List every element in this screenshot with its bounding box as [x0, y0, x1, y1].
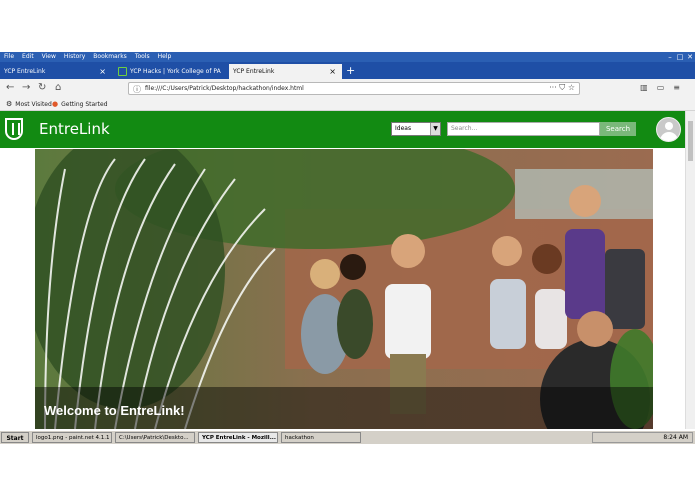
- forward-icon[interactable]: →: [22, 82, 30, 93]
- hero-image: Welcome to EntreLink!: [35, 149, 653, 429]
- close-tab-icon[interactable]: ×: [99, 67, 106, 76]
- hero-caption: Welcome to EntreLink!: [44, 403, 185, 418]
- menu-edit[interactable]: Edit: [22, 52, 34, 62]
- menu-help[interactable]: Help: [158, 52, 172, 62]
- category-selected: Ideas: [395, 125, 412, 132]
- hero-caption-bar: Welcome to EntreLink!: [35, 387, 653, 429]
- shield-icon: [118, 67, 127, 76]
- navigation-bar: ← → ↻ ⌂ ⓘ file:///C:/Users/Patrick/Deskt…: [0, 79, 695, 99]
- entrelink-logo-icon[interactable]: [5, 118, 23, 140]
- web-page: EntreLink Ideas ▼ Search... Search Welco…: [0, 111, 686, 429]
- site-header: EntreLink Ideas ▼ Search... Search: [0, 111, 686, 148]
- back-icon[interactable]: ←: [6, 82, 14, 93]
- close-tab-icon[interactable]: ×: [329, 67, 336, 76]
- windows-taskbar: Start logo1.png - paint.net 4.1.1 C:\Use…: [0, 430, 695, 444]
- reload-icon[interactable]: ↻: [38, 82, 46, 93]
- new-tab-icon[interactable]: +: [346, 64, 355, 77]
- task-explorer[interactable]: C:\Users\Patrick\Deskto...: [115, 432, 195, 443]
- tab-label: YCP EntreLink: [233, 68, 275, 75]
- firefox-icon: ●: [52, 100, 59, 108]
- tab-ycp-entrelink-2[interactable]: YCP EntreLink ×: [229, 64, 342, 79]
- brand-name[interactable]: EntreLink: [39, 120, 110, 138]
- tab-label: YCP EntreLink: [4, 68, 46, 75]
- menu-bookmarks[interactable]: Bookmarks: [93, 52, 127, 62]
- page-actions-icon[interactable]: ··· ⛉ ☆: [549, 83, 575, 93]
- url-bar[interactable]: ⓘ file:///C:/Users/Patrick/Desktop/hacka…: [128, 82, 580, 95]
- close-window-icon[interactable]: ✕: [685, 52, 695, 62]
- minimize-icon[interactable]: –: [665, 52, 675, 62]
- bookmarks-bar: ⚙ Most Visited ● Getting Started: [0, 99, 695, 111]
- category-select[interactable]: Ideas ▼: [391, 122, 441, 136]
- bookmark-getting-started[interactable]: ● Getting Started: [52, 100, 108, 108]
- task-hackathon-folder[interactable]: hackathon: [281, 432, 361, 443]
- menu-history[interactable]: History: [64, 52, 85, 62]
- bookmark-most-visited[interactable]: ⚙ Most Visited: [6, 100, 52, 108]
- system-tray: 8:24 AM: [592, 432, 693, 443]
- window-controls: – □ ✕: [665, 52, 695, 62]
- start-button[interactable]: Start: [1, 432, 29, 443]
- user-head-icon: [665, 122, 673, 130]
- task-paintnet[interactable]: logo1.png - paint.net 4.1.1: [32, 432, 112, 443]
- maximize-icon[interactable]: □: [675, 52, 685, 62]
- gear-icon: ⚙: [6, 100, 13, 108]
- menu-bar: File Edit View History Bookmarks Tools H…: [0, 52, 695, 62]
- tab-ycp-entrelink-1[interactable]: YCP EntreLink ×: [0, 64, 112, 79]
- menu-tools[interactable]: Tools: [135, 52, 150, 62]
- url-text: file:///C:/Users/Patrick/Desktop/hackath…: [145, 85, 304, 92]
- info-icon[interactable]: ⓘ: [133, 84, 141, 95]
- tab-ycp-hacks[interactable]: YCP Hacks | York College of PA: [114, 64, 226, 79]
- avatar[interactable]: [656, 117, 681, 142]
- toolbar-icons[interactable]: ▥▭≡: [640, 83, 689, 92]
- search-button[interactable]: Search: [600, 122, 636, 136]
- scrollbar-thumb[interactable]: [688, 121, 693, 161]
- bookmark-label: Getting Started: [61, 100, 108, 108]
- bookmark-label: Most Visited: [15, 100, 52, 108]
- page-scrollbar[interactable]: [685, 111, 695, 429]
- tab-bar: YCP EntreLink × YCP Hacks | York College…: [0, 62, 695, 79]
- task-firefox[interactable]: YCP EntreLink - Mozill...: [198, 432, 278, 443]
- menu-view[interactable]: View: [42, 52, 56, 62]
- clock[interactable]: 8:24 AM: [663, 434, 688, 441]
- search-input[interactable]: Search...: [447, 122, 600, 136]
- tab-label: YCP Hacks | York College of PA: [130, 68, 221, 75]
- user-body-icon: [660, 132, 678, 141]
- browser-window: File Edit View History Bookmarks Tools H…: [0, 52, 695, 443]
- chevron-down-icon: ▼: [430, 123, 440, 135]
- menu-file[interactable]: File: [4, 52, 14, 62]
- home-icon[interactable]: ⌂: [55, 82, 61, 93]
